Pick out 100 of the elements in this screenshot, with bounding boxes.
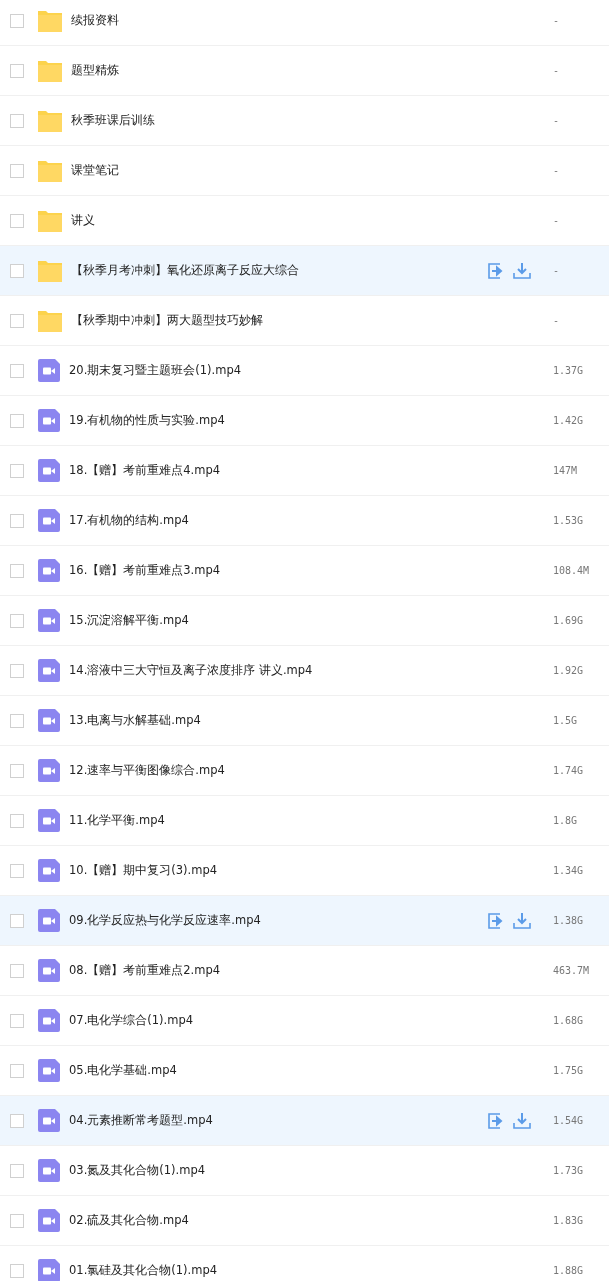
- checkbox[interactable]: [10, 1263, 24, 1278]
- file-name: 13.电离与水解基础.mp4: [69, 713, 202, 728]
- checkbox[interactable]: [10, 813, 24, 828]
- file-size: 1.34G: [553, 865, 585, 876]
- file-name: 12.速率与平衡图像综合.mp4: [69, 763, 226, 778]
- file-name: 秋季班课后训练: [71, 113, 156, 128]
- file-size: -: [553, 215, 561, 226]
- checkbox[interactable]: [10, 163, 24, 178]
- file-name: 题型精炼: [71, 63, 120, 78]
- file-size: -: [553, 315, 561, 326]
- checkbox[interactable]: [10, 463, 24, 478]
- file-name: 08.【赠】考前重难点2.mp4: [69, 963, 222, 978]
- video-file-icon: [38, 909, 60, 932]
- file-name: 01.氯硅及其化合物(1).mp4: [69, 1263, 219, 1278]
- file-size: 1.69G: [553, 615, 585, 626]
- checkbox[interactable]: [10, 1013, 24, 1028]
- file-size: 1.54G: [553, 1115, 585, 1126]
- video-file-icon: [38, 1209, 60, 1232]
- file-name: 09.化学反应热与化学反应速率.mp4: [69, 913, 262, 928]
- file-name: 15.沉淀溶解平衡.mp4: [69, 613, 190, 628]
- checkbox[interactable]: [10, 613, 24, 628]
- file-name: 续报资料: [71, 13, 120, 28]
- video-file-icon: [38, 809, 60, 832]
- checkbox[interactable]: [10, 1163, 24, 1178]
- video-file-icon: [38, 959, 60, 982]
- file-size: 1.37G: [553, 365, 585, 376]
- file-size: -: [553, 115, 561, 126]
- checkbox[interactable]: [10, 413, 24, 428]
- folder-icon: [38, 209, 62, 232]
- file-name: 07.电化学综合(1).mp4: [69, 1013, 195, 1028]
- folder-icon: [38, 309, 62, 332]
- file-size: 147M: [553, 465, 579, 476]
- video-file-icon: [38, 659, 60, 682]
- file-name: 19.有机物的性质与实验.mp4: [69, 413, 226, 428]
- checkbox[interactable]: [10, 113, 24, 128]
- video-file-icon: [38, 1059, 60, 1082]
- checkbox[interactable]: [10, 213, 24, 228]
- file-name: 【秋季月考冲刺】氧化还原离子反应大综合: [71, 263, 300, 278]
- checkbox[interactable]: [10, 1063, 24, 1078]
- checkbox[interactable]: [10, 513, 24, 528]
- file-name: 03.氮及其化合物(1).mp4: [69, 1163, 207, 1178]
- checkbox[interactable]: [10, 763, 24, 778]
- checkbox[interactable]: [10, 363, 24, 378]
- checkbox[interactable]: [10, 713, 24, 728]
- file-name: 11.化学平衡.mp4: [69, 813, 166, 828]
- file-row[interactable]: 09.化学反应热与化学反应速率.mp4 1.38G: [0, 896, 609, 946]
- checkbox[interactable]: [10, 563, 24, 578]
- folder-icon: [38, 109, 62, 132]
- file-row[interactable]: 04.元素推断常考题型.mp4 1.54G: [0, 1096, 609, 1146]
- checkbox[interactable]: [10, 1113, 24, 1128]
- checkbox[interactable]: [10, 313, 24, 328]
- file-size: -: [553, 165, 561, 176]
- file-size: 1.53G: [553, 515, 585, 526]
- file-name: 04.元素推断常考题型.mp4: [69, 1113, 214, 1128]
- file-name: 02.硫及其化合物.mp4: [69, 1213, 190, 1228]
- file-size: 1.83G: [553, 1215, 585, 1226]
- download-icon[interactable]: [513, 1112, 531, 1129]
- file-size: 1.92G: [553, 665, 585, 676]
- folder-icon: [38, 9, 62, 32]
- video-file-icon: [38, 1009, 60, 1032]
- share-icon[interactable]: [488, 262, 505, 279]
- video-file-icon: [38, 459, 60, 482]
- file-row[interactable]: 【秋季月考冲刺】氧化还原离子反应大综合 -: [0, 246, 609, 296]
- checkbox[interactable]: [10, 963, 24, 978]
- video-file-icon: [38, 1109, 60, 1132]
- checkbox[interactable]: [10, 13, 24, 28]
- share-icon[interactable]: [488, 1112, 505, 1129]
- file-size: 1.68G: [553, 1015, 585, 1026]
- file-size: 1.5G: [553, 715, 579, 726]
- video-file-icon: [38, 709, 60, 732]
- checkbox[interactable]: [10, 663, 24, 678]
- file-name: 17.有机物的结构.mp4: [69, 513, 190, 528]
- file-name: 16.【赠】考前重难点3.mp4: [69, 563, 222, 578]
- checkbox[interactable]: [10, 1213, 24, 1228]
- checkbox[interactable]: [10, 263, 24, 278]
- video-file-icon: [38, 1259, 60, 1281]
- folder-icon: [38, 59, 62, 82]
- checkbox[interactable]: [10, 863, 24, 878]
- checkbox[interactable]: [10, 63, 24, 78]
- video-file-icon: [38, 609, 60, 632]
- file-size: 1.88G: [553, 1265, 585, 1276]
- checkbox[interactable]: [10, 913, 24, 928]
- file-name: 05.电化学基础.mp4: [69, 1063, 178, 1078]
- file-size: 108.4M: [553, 565, 591, 576]
- file-name: 10.【赠】期中复习(3).mp4: [69, 863, 219, 878]
- video-file-icon: [38, 559, 60, 582]
- file-name: 课堂笔记: [71, 163, 120, 178]
- share-icon[interactable]: [488, 912, 505, 929]
- file-size: -: [553, 265, 561, 276]
- download-icon[interactable]: [513, 262, 531, 279]
- video-file-icon: [38, 859, 60, 882]
- file-size: 1.8G: [553, 815, 579, 826]
- folder-icon: [38, 259, 62, 282]
- file-size: 463.7M: [553, 965, 591, 976]
- download-icon[interactable]: [513, 912, 531, 929]
- file-size: 1.74G: [553, 765, 585, 776]
- file-size: -: [553, 15, 561, 26]
- folder-icon: [38, 159, 62, 182]
- file-size: 1.73G: [553, 1165, 585, 1176]
- file-name: 14.溶液中三大守恒及离子浓度排序 讲义.mp4: [69, 663, 314, 678]
